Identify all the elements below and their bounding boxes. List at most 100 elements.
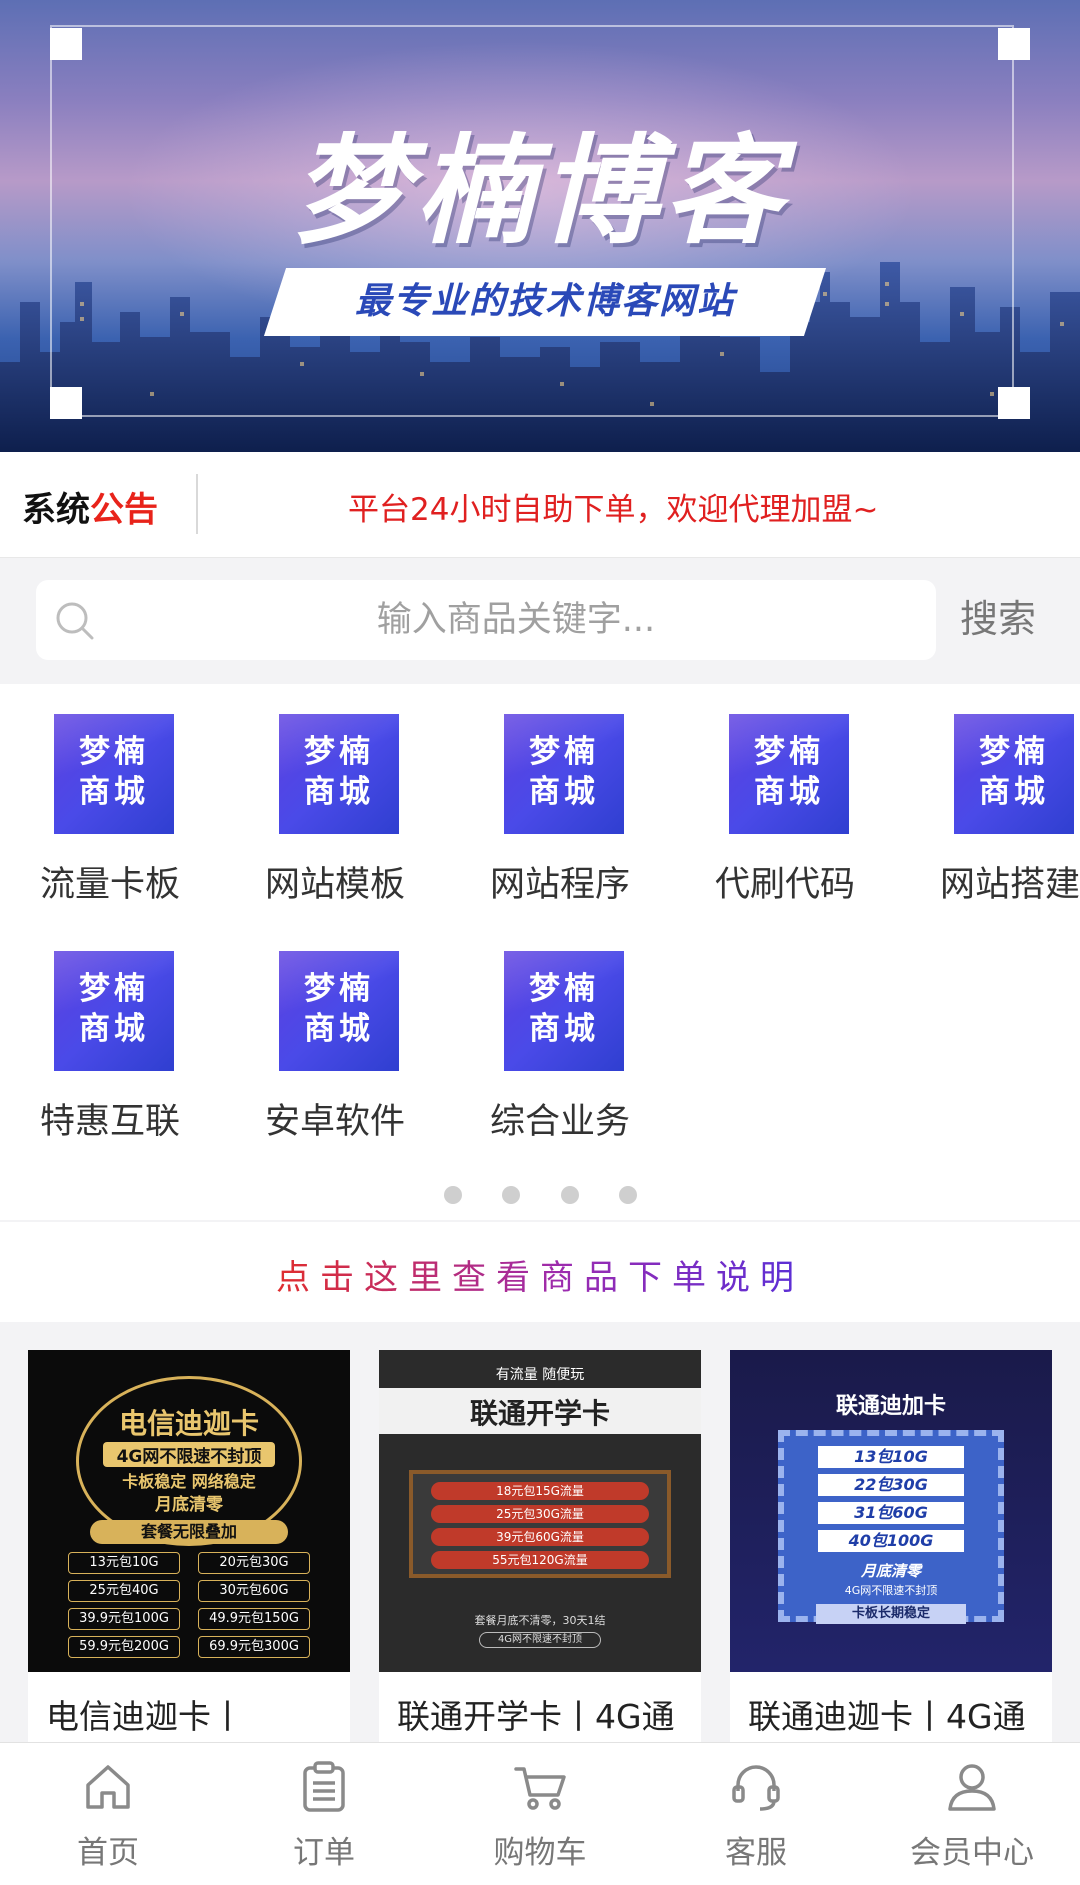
frame-corner xyxy=(998,28,1030,60)
hero-banner[interactable]: 梦楠博客 最专业的技术博客网站 xyxy=(0,0,1080,452)
tab-label: 订单 xyxy=(293,1835,355,1871)
frame-corner xyxy=(50,387,82,419)
category-name: 网站模板 xyxy=(265,865,406,905)
clipboard-icon xyxy=(303,1761,345,1812)
poster-tag: 4G网不限速不封顶 xyxy=(844,1584,938,1597)
poster-cell: 30元包60G xyxy=(198,1580,310,1602)
product-card[interactable]: 联通迪加卡 13包10G 22包30G 31包60G 40包100G 月底清零 … xyxy=(730,1350,1052,1742)
poster-cell: 25元包40G xyxy=(68,1580,180,1602)
poster-row: 25元包30G流量 xyxy=(431,1505,649,1523)
category-name: 网站程序 xyxy=(490,865,631,905)
category-tile: 梦楠 商城 xyxy=(54,951,174,1071)
poster-cell: 13元包10G xyxy=(68,1552,180,1574)
cart-icon xyxy=(514,1767,566,1810)
notice-text[interactable]: 平台24小时自助下单，欢迎代理加盟~ xyxy=(348,484,878,529)
poster-item: 22包30G xyxy=(818,1474,964,1496)
category-item[interactable]: 梦楠 商城 网站程序 xyxy=(450,684,650,905)
poster-title: 联通开学卡 xyxy=(469,1397,610,1430)
product-title: 联通开学卡丨4G通 xyxy=(397,1697,675,1736)
poster-title: 电信迪迦卡 xyxy=(118,1407,259,1440)
category-item[interactable]: 梦楠 商城 综合业务 xyxy=(450,921,650,1142)
tab-orders[interactable]: 订单 xyxy=(216,1743,432,1885)
tab-label: 客服 xyxy=(725,1835,787,1871)
search-box[interactable] xyxy=(36,580,936,660)
page-dot[interactable] xyxy=(444,1186,462,1204)
headset-icon xyxy=(732,1765,780,1811)
page-dot[interactable] xyxy=(561,1186,579,1204)
poster-item: 13包10G xyxy=(818,1446,964,1468)
category-name: 综合业务 xyxy=(490,1102,631,1142)
category-item[interactable]: 梦楠 商城 代刷代码 xyxy=(675,684,875,905)
product-list: 电信迪迦卡 4G网不限速不封顶 卡板稳定 网络稳定 月底清零 套餐无限叠加 13… xyxy=(0,1322,1080,1742)
product-image: 有流量 随便玩 联通开学卡 18元包15G流量 25元包30G流量 39元包60… xyxy=(379,1350,701,1672)
tab-label: 购物车 xyxy=(493,1835,587,1871)
frame-corner xyxy=(50,28,82,60)
tab-member-center[interactable]: 会员中心 xyxy=(864,1743,1080,1885)
category-grid: 梦楠 商城 流量卡板 梦楠 商城 网站模板 梦楠 商城 网站程序 梦楠 商城 代刷代码 … xyxy=(0,684,1080,1220)
poster-cell: 59.9元包200G xyxy=(68,1636,180,1658)
category-tile: 梦楠 商城 xyxy=(504,951,624,1071)
page-indicator xyxy=(0,1186,1080,1206)
poster-footer: 卡板长期稳定 xyxy=(816,1604,966,1624)
category-name: 流量卡板 xyxy=(40,865,181,905)
poster-footnote: 4G网不限速不封顶 xyxy=(479,1632,601,1648)
poster-tag: 卡板稳定 网络稳定 xyxy=(122,1472,256,1491)
category-tile: 梦楠 商城 xyxy=(279,714,399,834)
poster-badge: 套餐无限叠加 xyxy=(90,1520,288,1544)
product-title: 联通迪迦卡丨4G通 xyxy=(748,1697,1026,1736)
category-tile: 梦楠 商城 xyxy=(504,714,624,834)
category-item[interactable]: 梦楠 商城 流量卡板 xyxy=(0,684,200,905)
category-name: 网站搭建 xyxy=(940,865,1080,905)
category-item[interactable]: 梦楠 商城 网站搭建 xyxy=(900,684,1080,905)
poster-item: 40包100G xyxy=(818,1530,964,1552)
search-button[interactable]: 搜索 xyxy=(960,588,1036,643)
home-icon xyxy=(86,1765,130,1809)
category-name: 特惠互联 xyxy=(40,1102,181,1142)
poster-footnote: 套餐月底不清零，30天1结 xyxy=(474,1614,606,1627)
order-instructions-text: 点击这里查看商品下单说明 xyxy=(276,1250,804,1299)
page-dot[interactable] xyxy=(619,1186,637,1204)
product-title: 电信迪迦卡丨 xyxy=(46,1697,244,1736)
tab-customer-service[interactable]: 客服 xyxy=(648,1743,864,1885)
category-item[interactable]: 梦楠 商城 网站模板 xyxy=(225,684,425,905)
notice-divider xyxy=(196,474,198,534)
poster-row: 18元包15G流量 xyxy=(431,1482,649,1500)
banner-slogan: 最专业的技术博客网站 xyxy=(354,281,735,322)
poster-item: 31包60G xyxy=(818,1502,964,1524)
user-icon xyxy=(948,1764,996,1811)
poster-cell: 20元包30G xyxy=(198,1552,310,1574)
frame-corner xyxy=(998,387,1030,419)
search-bar: 搜索 xyxy=(0,558,1080,684)
search-input[interactable] xyxy=(116,580,916,660)
tab-cart[interactable]: 购物车 xyxy=(432,1743,648,1885)
order-instructions-link[interactable]: 点击这里查看商品下单说明 xyxy=(0,1222,1080,1322)
poster-cell: 39.9元包100G xyxy=(68,1608,180,1630)
product-card[interactable]: 电信迪迦卡 4G网不限速不封顶 卡板稳定 网络稳定 月底清零 套餐无限叠加 13… xyxy=(28,1350,350,1742)
page-dot[interactable] xyxy=(502,1186,520,1204)
banner-title: 梦楠博客 xyxy=(291,122,788,260)
poster-cell: 69.9元包300G xyxy=(198,1636,310,1658)
tab-label: 首页 xyxy=(77,1835,139,1871)
search-icon xyxy=(56,602,94,640)
tab-home[interactable]: 首页 xyxy=(0,1743,216,1885)
poster-top: 有流量 随便玩 xyxy=(495,1367,585,1383)
system-notice[interactable]: 系统公告 平台24小时自助下单，欢迎代理加盟~ xyxy=(0,452,1080,558)
poster-cell: 49.9元包150G xyxy=(198,1608,310,1630)
category-item[interactable]: 梦楠 商城 安卓软件 xyxy=(225,921,425,1142)
category-tile: 梦楠 商城 xyxy=(279,951,399,1071)
category-name: 代刷代码 xyxy=(715,865,856,905)
product-image: 电信迪迦卡 4G网不限速不封顶 卡板稳定 网络稳定 月底清零 套餐无限叠加 13… xyxy=(28,1350,350,1672)
category-name: 安卓软件 xyxy=(265,1102,406,1142)
tab-label: 会员中心 xyxy=(910,1835,1034,1871)
poster-tag: 月底清零 xyxy=(860,1562,921,1580)
notice-label-black: 系统 xyxy=(22,490,90,530)
notice-label-red: 公告 xyxy=(90,490,158,530)
poster-title: 联通迪加卡 xyxy=(835,1394,946,1419)
product-image: 联通迪加卡 13包10G 22包30G 31包60G 40包100G 月底清零 … xyxy=(730,1350,1052,1672)
notice-label: 系统公告 xyxy=(22,482,158,531)
poster-row: 55元包120G流量 xyxy=(431,1551,649,1569)
poster-subtitle: 4G网不限速不封顶 xyxy=(103,1442,275,1467)
category-item[interactable]: 梦楠 商城 特惠互联 xyxy=(0,921,200,1142)
product-card[interactable]: 有流量 随便玩 联通开学卡 18元包15G流量 25元包30G流量 39元包60… xyxy=(379,1350,701,1742)
bottom-tab-bar: 首页 订单 购物车 客服 会员中心 xyxy=(0,1742,1080,1885)
